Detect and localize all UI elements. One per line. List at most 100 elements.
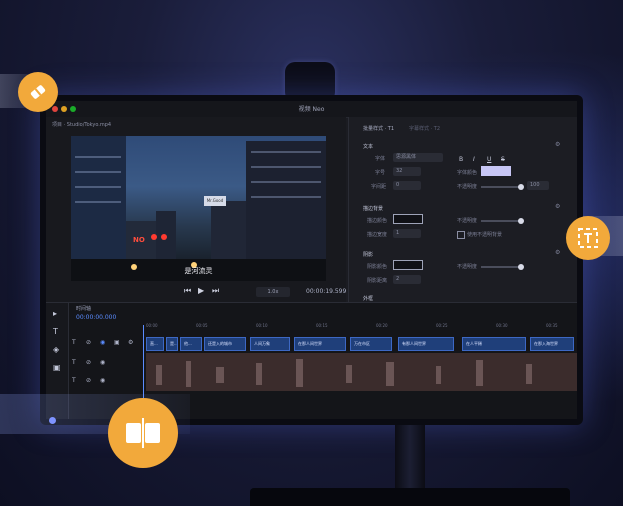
traffic-light xyxy=(161,234,167,240)
stroke-width-label: 描边宽度 xyxy=(367,232,388,238)
stroke-opacity-slider[interactable] xyxy=(481,218,524,224)
opacity-label: 不透明度 xyxy=(457,184,478,190)
ruler-tick: 00:25 xyxy=(436,323,448,328)
link-icon[interactable]: ⊘ xyxy=(86,377,91,384)
playback-controls: ⏮ ▶ ⏭ 1.0x 00:00:19.599 xyxy=(46,286,346,300)
subtitle-clip[interactable]: 有那人间世界 xyxy=(398,337,454,351)
subtitle-clip[interactable]: 还是入的城市 xyxy=(204,337,246,351)
lock-icon[interactable]: ▣ xyxy=(114,339,120,346)
zoom-select[interactable]: 1.0x xyxy=(256,287,290,297)
ruler-tick: 00:35 xyxy=(546,323,558,328)
text-tool-icon[interactable]: T xyxy=(53,327,58,336)
tab-batch-style[interactable]: 批量样式 · T1 xyxy=(363,125,394,132)
waveform-peak xyxy=(386,362,394,386)
font-label: 字体 xyxy=(375,156,386,162)
preview-timecode: 00:00:19.599 xyxy=(306,288,347,295)
neon-sign: NO xyxy=(133,236,145,244)
subtitle-track-header: T ⊘ ◉ ▣ ⚙ xyxy=(72,337,144,351)
subtitle-clip[interactable]: 在人平稀 xyxy=(462,337,526,351)
subtitle-clip[interactable]: 人间万象 xyxy=(250,337,290,351)
shadow-distance-input[interactable]: 2 xyxy=(393,275,421,284)
subtitle-clip[interactable]: 直... xyxy=(146,337,164,351)
gear-icon[interactable]: ⚙ xyxy=(555,203,560,210)
gear-icon[interactable]: ⚙ xyxy=(555,249,560,256)
select-tool-icon[interactable]: ▸ xyxy=(53,309,57,318)
font-select[interactable]: 思源黑体 xyxy=(393,153,443,162)
tag-tool-icon[interactable]: ◈ xyxy=(53,345,59,354)
eye-icon[interactable]: ◉ xyxy=(100,377,105,384)
underline-button[interactable]: U xyxy=(487,156,491,163)
ruler-tick: 00:15 xyxy=(316,323,328,328)
stroke-section-title[interactable]: 描边背景 xyxy=(363,205,383,212)
eye-icon[interactable]: ◉ xyxy=(100,359,105,366)
italic-button[interactable]: I xyxy=(473,156,475,163)
stroke-opacity-label: 不透明度 xyxy=(457,218,478,224)
frame-section-title[interactable]: 外框 xyxy=(363,295,373,302)
font-color-swatch[interactable] xyxy=(481,166,511,176)
spacing-input[interactable]: 0 xyxy=(393,181,421,190)
bold-button[interactable]: B xyxy=(459,156,463,163)
ruler-tick: 00:05 xyxy=(196,323,208,328)
waveform-peak xyxy=(436,366,441,384)
waveform-peak xyxy=(216,367,224,383)
window-stripe xyxy=(75,156,121,158)
waveform-peak xyxy=(256,363,262,385)
shadow-opacity-slider[interactable] xyxy=(481,264,524,270)
settings-icon[interactable]: ⚙ xyxy=(128,339,133,346)
opacity-input[interactable]: 100 xyxy=(527,181,549,190)
indicator-dot xyxy=(49,417,56,424)
size-label: 字号 xyxy=(375,170,386,176)
subtitle-clip[interactable]: 在那入海世界 xyxy=(530,337,574,351)
stroke-width-input[interactable]: 1 xyxy=(393,229,421,238)
gear-icon[interactable]: ⚙ xyxy=(555,141,560,148)
opaque-background-checkbox[interactable] xyxy=(457,231,465,239)
audio-waveform[interactable] xyxy=(146,353,577,391)
subtitle-clip[interactable]: 是... xyxy=(166,337,178,351)
ruler-tick: 00:00 xyxy=(146,323,158,328)
monitor-base xyxy=(250,488,570,506)
project-path: 项目 · Studio/Tokyo.mp4 xyxy=(52,122,112,128)
preview-panel: 项目 · Studio/Tokyo.mp4 Mr.Good NO 是河流灵 ⏮ … xyxy=(46,117,346,302)
shadow-distance-label: 阴影距离 xyxy=(367,278,388,284)
video-subtitle: 是河流灵 xyxy=(184,267,213,275)
subtitle-clip[interactable]: 他... xyxy=(180,337,202,351)
size-input[interactable]: 32 xyxy=(393,167,421,176)
previous-frame-button[interactable]: ⏮ xyxy=(184,286,191,296)
video-preview[interactable]: Mr.Good NO 是河流灵 xyxy=(71,136,326,281)
strikethrough-button[interactable]: S xyxy=(501,156,505,163)
shadow-color-label: 阴影颜色 xyxy=(367,264,388,270)
subtitle-clip[interactable]: 万在市区 xyxy=(350,337,392,351)
title-bar: 视频 Neo xyxy=(46,101,577,118)
shadow-section-title[interactable]: 阴影 xyxy=(363,251,373,258)
shadow-color-swatch[interactable] xyxy=(393,260,423,270)
link-icon[interactable]: ⊘ xyxy=(86,359,91,366)
waveform-peak xyxy=(186,361,191,387)
stroke-color-label: 描边颜色 xyxy=(367,218,388,224)
subtitle-clip[interactable]: 在那人间世界 xyxy=(294,337,346,351)
stroke-color-swatch[interactable] xyxy=(393,214,423,224)
window-stripe xyxy=(251,166,321,168)
opacity-slider[interactable] xyxy=(481,184,524,190)
building-sign: Mr.Good xyxy=(204,196,226,206)
ruler-tick: 00:10 xyxy=(256,323,268,328)
next-frame-button[interactable]: ⏭ xyxy=(212,286,219,296)
subtitle-tool-icon[interactable]: ▣ xyxy=(53,363,61,372)
text-track-icon: T xyxy=(72,359,76,366)
split-badge-icon xyxy=(108,398,178,468)
font-color-label: 字体颜色 xyxy=(457,170,478,176)
waveform-peak xyxy=(476,360,483,386)
track-header: T ⊘ ◉ xyxy=(72,375,144,389)
eye-icon[interactable]: ◉ xyxy=(100,339,105,346)
text-track-icon: T xyxy=(72,339,76,346)
tab-subtitle-style[interactable]: 字幕样式 · T2 xyxy=(409,125,440,132)
track-header: T ⊘ ◉ xyxy=(72,357,144,371)
text-track-icon: T xyxy=(72,377,76,384)
opaque-background-label: 使用不透明背景 xyxy=(467,232,503,238)
play-button[interactable]: ▶ xyxy=(198,286,204,295)
window-title: 视频 Neo xyxy=(298,106,325,113)
text-section-title[interactable]: 文本 xyxy=(363,143,373,150)
window-stripe xyxy=(251,181,321,183)
eraser-badge-icon xyxy=(18,72,58,112)
window-stripe xyxy=(251,196,321,198)
link-icon[interactable]: ⊘ xyxy=(86,339,91,346)
